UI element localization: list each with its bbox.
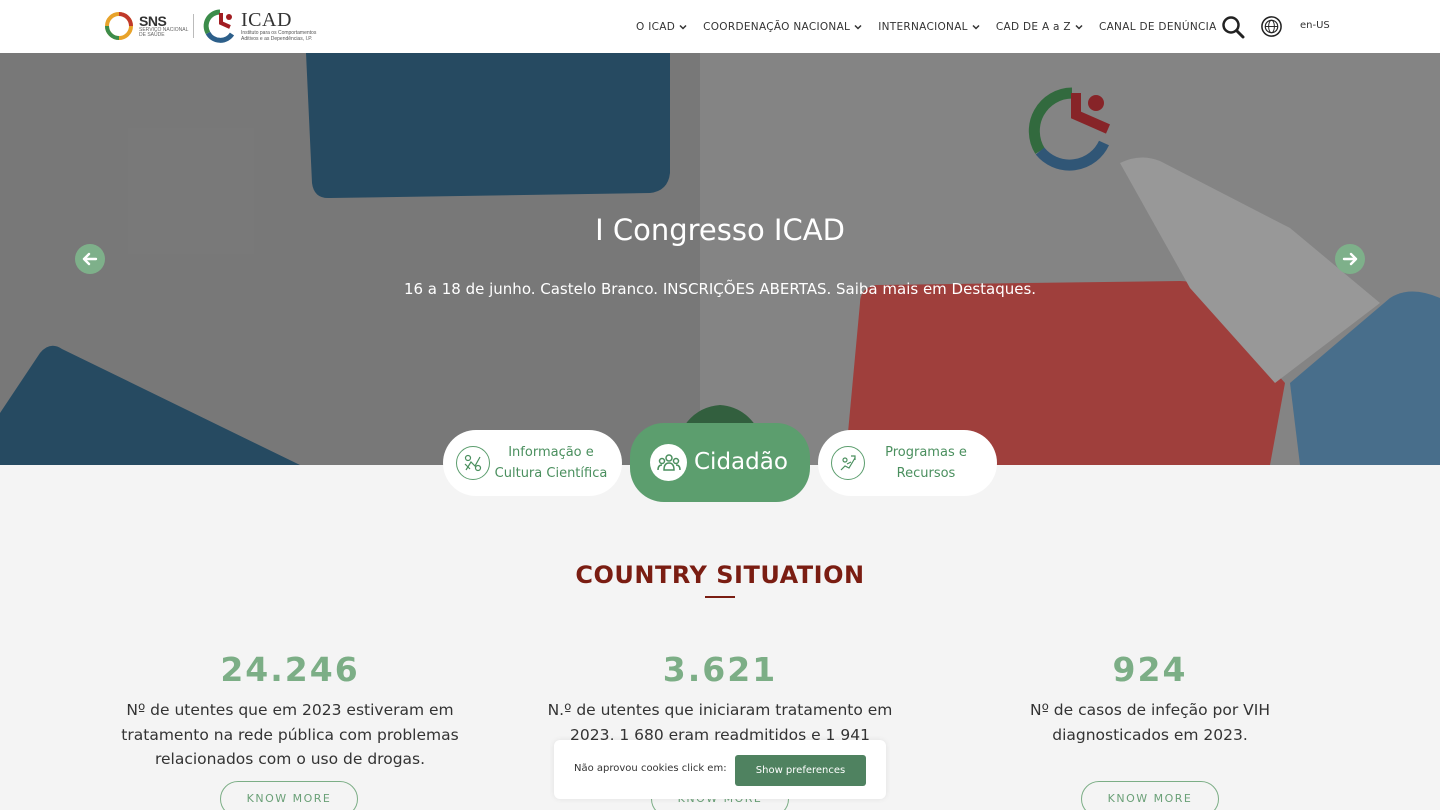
- cookie-banner: Não aprovou cookies click em: Show prefe…: [554, 740, 886, 799]
- section-title: COUNTRY SITUATION: [575, 561, 865, 589]
- main-nav: O ICAD COORDENAÇÃO NACIONAL INTERNACIONA…: [636, 0, 1232, 53]
- sns-logo-subtitle-2: DE SAÚDE: [139, 32, 165, 38]
- tab-cidadao[interactable]: Cidadão: [630, 423, 810, 502]
- site-header: SNS SERVIÇO NACIONAL DE SAÚDE ICAD Insti…: [0, 0, 1440, 53]
- icad-logo[interactable]: ICAD Instituto para os Comportamentos Ad…: [203, 9, 316, 43]
- sns-logo-icon: [105, 12, 133, 40]
- tab-programas-recursos[interactable]: Programas e Recursos: [818, 430, 997, 496]
- nav-item-label: O ICAD: [636, 20, 676, 33]
- pill-label: Informação e Cultura Científica: [489, 442, 613, 484]
- cookie-text: Não aprovou cookies click em:: [574, 763, 727, 774]
- stat-card: 24.246 Nº de utentes que em 2023 estiver…: [100, 650, 480, 772]
- pill-label-line: Cultura Científica: [494, 466, 608, 481]
- pill-label-line: Recursos: [896, 466, 956, 481]
- hero-overlay: [0, 53, 1440, 465]
- stat-value: 24.246: [220, 650, 360, 689]
- chevron-down-icon: [679, 24, 687, 30]
- carousel-prev-button[interactable]: [75, 244, 105, 274]
- language-selector[interactable]: en-US: [1300, 20, 1330, 31]
- pill-label: Programas e Recursos: [878, 442, 974, 484]
- hero-carousel: I Congresso ICAD 16 a 18 de junho. Caste…: [0, 53, 1440, 465]
- pill-label-line: Programas e: [885, 445, 967, 460]
- resources-icon: [831, 446, 865, 480]
- sns-logo[interactable]: SNS SERVIÇO NACIONAL DE SAÚDE: [105, 11, 188, 41]
- icad-logo-icon: [203, 9, 235, 43]
- search-icon[interactable]: [1221, 15, 1245, 39]
- pill-label: Cidadão: [694, 449, 788, 475]
- know-more-button[interactable]: KNOW MORE: [220, 781, 358, 810]
- show-preferences-button[interactable]: Show preferences: [735, 755, 866, 786]
- nav-item-canal-denuncia[interactable]: CANAL DE DENÚNCIA: [1099, 21, 1217, 33]
- stat-description: Nº de casos de infeção por VIH diagnosti…: [1029, 701, 1270, 744]
- globe-icon[interactable]: [1260, 15, 1283, 38]
- arrow-right-icon: [1342, 252, 1358, 266]
- nav-item-label: COORDENAÇÃO NACIONAL: [703, 20, 851, 33]
- icad-logo-subtitle-2: Aditivos e as Dependências, I.P.: [241, 36, 313, 42]
- stat-value: 924: [1112, 650, 1188, 689]
- chevron-down-icon: [1075, 24, 1083, 30]
- icad-logo-title: ICAD: [241, 9, 292, 31]
- stat-card: 924 Nº de casos de infeção por VIH diagn…: [960, 650, 1340, 747]
- logo-divider: [193, 14, 194, 38]
- nav-item-label: CAD DE A a Z: [995, 20, 1071, 33]
- people-icon: [650, 444, 687, 481]
- tab-informacao-cultura-cientifica[interactable]: Informação e Cultura Científica: [443, 430, 622, 496]
- stat-description: Nº de utentes que em 2023 estiveram em t…: [121, 701, 459, 768]
- arrow-left-icon: [82, 252, 98, 266]
- nav-item-icad[interactable]: O ICAD: [636, 21, 688, 33]
- stat-value: 3.621: [662, 650, 778, 689]
- stat-card: 3.621 N.º de utentes que iniciaram trata…: [530, 650, 910, 747]
- nav-item-internacional[interactable]: INTERNACIONAL: [878, 21, 981, 33]
- sns-logo-title: SNS: [139, 13, 167, 29]
- carousel-next-button[interactable]: [1335, 244, 1365, 274]
- nav-item-label: INTERNACIONAL: [878, 20, 968, 33]
- hero-subtitle: 16 a 18 de junho. Castelo Branco. INSCRI…: [403, 280, 1037, 298]
- know-more-button[interactable]: KNOW MORE: [1081, 781, 1219, 810]
- section-title-underline: [705, 596, 735, 598]
- chevron-down-icon: [854, 24, 862, 30]
- nav-item-coordenacao[interactable]: COORDENAÇÃO NACIONAL: [703, 21, 863, 33]
- chevron-down-icon: [972, 24, 980, 30]
- hero-title: I Congresso ICAD: [595, 213, 845, 247]
- science-icon: [456, 446, 490, 480]
- nav-item-cad-a-z[interactable]: CAD DE A a Z: [996, 21, 1084, 33]
- nav-item-label: CANAL DE DENÚNCIA: [1098, 20, 1217, 33]
- pill-label-line: Informação e: [508, 445, 594, 460]
